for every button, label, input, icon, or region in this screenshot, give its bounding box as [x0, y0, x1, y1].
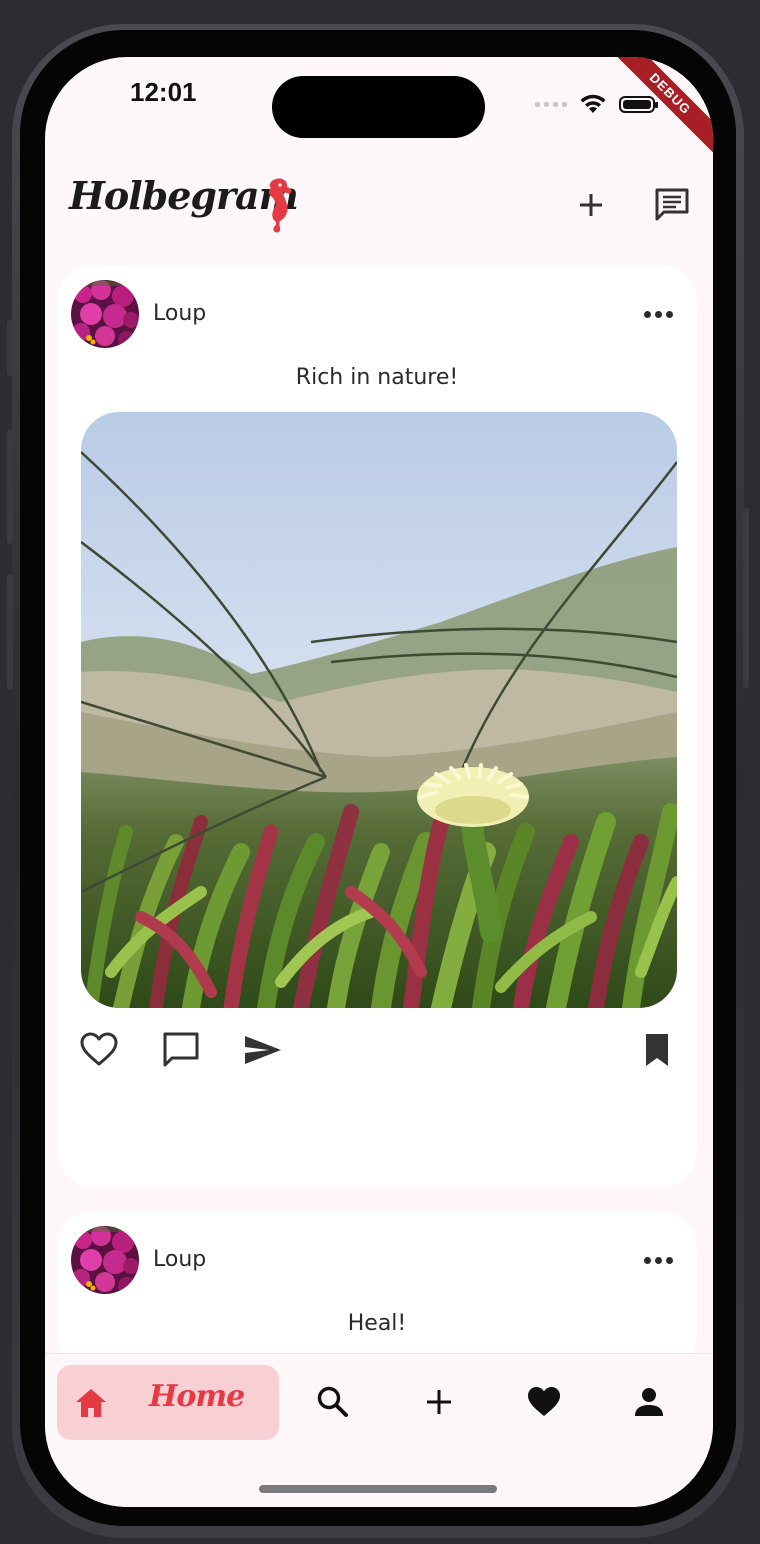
nav-search-button[interactable] — [315, 1384, 351, 1420]
status-time: 12:01 — [130, 77, 197, 107]
avatar[interactable] — [71, 280, 139, 348]
post-more-options-button[interactable] — [644, 311, 673, 318]
app-bar: Holbegram — [45, 167, 713, 247]
bookmark-button[interactable] — [637, 1030, 677, 1070]
bottom-navigation: Home — [45, 1353, 713, 1507]
like-button[interactable] — [79, 1030, 119, 1070]
post-more-options-button[interactable] — [644, 1257, 673, 1264]
nav-profile-button[interactable] — [631, 1384, 667, 1420]
avatar[interactable] — [71, 1226, 139, 1294]
post-username[interactable]: Loup — [153, 1247, 206, 1272]
nav-add-button[interactable] — [421, 1384, 457, 1420]
post-username[interactable]: Loup — [153, 301, 206, 326]
volume-up-button — [7, 429, 13, 544]
home-indicator[interactable] — [259, 1485, 497, 1493]
silent-switch — [7, 320, 13, 376]
share-button[interactable] — [243, 1030, 283, 1070]
succulent-flower-photo — [81, 412, 677, 1008]
comment-button[interactable] — [161, 1030, 201, 1070]
avatar-flowers-image — [71, 280, 139, 348]
post-card: Loup Rich in nature! — [57, 265, 697, 1187]
messages-button[interactable] — [652, 185, 692, 225]
status-indicators — [535, 93, 658, 115]
nav-home-label: Home — [149, 1379, 245, 1414]
volume-down-button — [7, 574, 13, 689]
battery-icon — [619, 95, 658, 113]
add-post-button[interactable] — [571, 185, 611, 225]
post-card: Loup Heal! — [57, 1211, 697, 1371]
nav-activity-heart-button[interactable] — [526, 1384, 562, 1420]
home-icon — [76, 1389, 106, 1417]
app-screen: 12:01 DEBUG Holbegram Loup Rich in natur… — [45, 57, 713, 1507]
nav-item-home[interactable]: Home — [57, 1365, 279, 1440]
wifi-icon — [580, 94, 606, 113]
cellular-signal-icon — [535, 101, 567, 107]
dynamic-island — [272, 76, 485, 138]
post-caption: Rich in nature! — [295, 365, 459, 390]
seahorse-logo-icon — [268, 178, 292, 233]
post-caption: Heal! — [347, 1311, 407, 1336]
post-image[interactable] — [81, 412, 677, 1008]
power-button — [743, 508, 749, 688]
avatar-flowers-image — [71, 1226, 139, 1294]
